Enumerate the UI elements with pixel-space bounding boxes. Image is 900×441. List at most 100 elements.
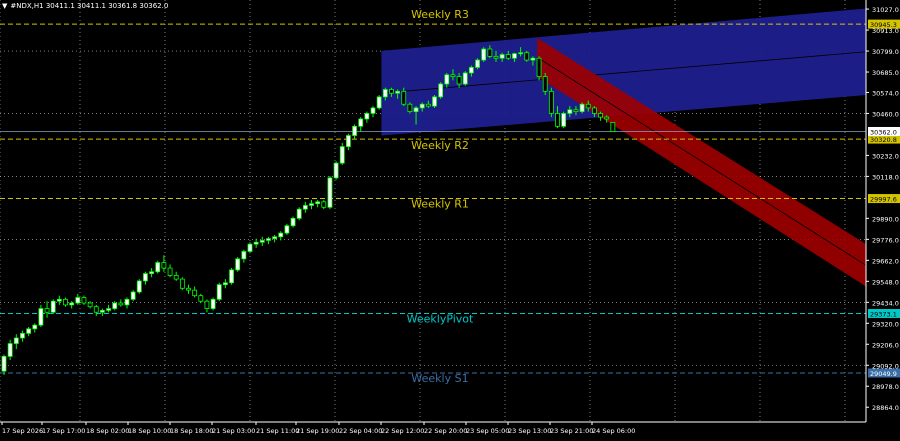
level-tag: 29997.6	[870, 196, 897, 204]
level-tag: 29373.1	[870, 311, 897, 319]
candle-body	[50, 300, 56, 313]
candle-body	[542, 76, 548, 92]
candle-body	[536, 57, 542, 78]
level-tag: 30945.3	[870, 21, 897, 29]
candle-body	[259, 240, 265, 243]
pivot-label: Weekly R2	[411, 139, 469, 152]
candle-body	[530, 57, 536, 61]
candle-body	[524, 52, 530, 61]
time-axis-label: 21 Sep 19:00	[296, 427, 339, 435]
symbol-ohlc-text: #NDX,H1 30411.1 30411.1 30361.8 30362.0	[10, 2, 169, 10]
candle-body	[567, 109, 573, 114]
candle-body	[364, 113, 370, 120]
candle-body	[143, 273, 148, 282]
pivot-label: Weekly S1	[411, 372, 468, 385]
time-axis-label: 18 Sep 10:00	[128, 427, 171, 435]
candle-body	[345, 135, 351, 147]
candle-body	[179, 278, 185, 289]
candle-body	[266, 238, 271, 241]
candle-body	[579, 103, 585, 113]
candle-body	[413, 107, 419, 113]
candle-body	[136, 280, 142, 293]
candle-body	[518, 52, 523, 55]
candle-body	[475, 59, 480, 68]
price-axis-label: 30799.0	[872, 48, 899, 56]
candle-body	[173, 275, 179, 280]
candle-body	[419, 103, 425, 109]
candle-body	[604, 116, 610, 120]
candle-body	[161, 262, 167, 269]
candle-body	[333, 162, 339, 179]
candle-body	[432, 96, 437, 107]
time-axis-label: 24 Sep 06:00	[592, 427, 635, 435]
time-axis-label: 22 Sep 04:00	[339, 427, 382, 435]
price-axis-label: 29206.0	[872, 341, 899, 349]
candle-body	[278, 232, 284, 238]
level-tag: 29049.9	[870, 370, 897, 378]
candle-body	[87, 302, 93, 308]
candle-body	[69, 302, 75, 306]
candle-body	[395, 90, 401, 94]
time-axis-label: 17 Sep 2026	[2, 427, 43, 435]
price-axis-label: 30118.0	[872, 173, 899, 181]
price-axis-label: 29548.0	[872, 278, 899, 286]
candle-body	[573, 109, 579, 113]
candle-body	[462, 72, 468, 85]
candle-body	[327, 177, 333, 208]
time-axis-label: 18 Sep 02:00	[86, 427, 129, 435]
candle-body	[13, 337, 19, 344]
candle-body	[456, 76, 462, 85]
candle-body	[167, 267, 173, 276]
price-chart[interactable]: Weekly R3 Weekly R2 Weekly R1 WeeklyPivot We…	[0, 0, 900, 437]
price-axis-label: 30574.0	[872, 89, 899, 97]
candle-body	[284, 225, 290, 234]
candle-body	[499, 54, 505, 59]
time-axis-label: 21 Sep 03:00	[212, 427, 255, 435]
dropdown-triangle-icon[interactable]: ▼	[2, 2, 7, 10]
candle-body	[38, 308, 44, 326]
candle-body	[610, 122, 616, 132]
candle-body	[302, 205, 308, 210]
candle-body	[407, 103, 413, 113]
price-axis-label: 29890.0	[872, 215, 899, 223]
candle-body	[130, 291, 136, 300]
candle-body	[296, 208, 302, 219]
candle-body	[222, 282, 228, 286]
candle-body	[468, 67, 474, 74]
candle-body	[315, 201, 321, 205]
candle-body	[548, 90, 554, 114]
candle-body	[216, 284, 222, 300]
candle-body	[100, 309, 105, 313]
candle-body	[210, 298, 216, 309]
candle-body	[272, 236, 278, 240]
candle-body	[44, 308, 50, 313]
price-axis-label: 28864.0	[872, 404, 899, 412]
candle-body	[1, 356, 7, 372]
candle-body	[118, 302, 124, 306]
candle-body	[598, 113, 603, 118]
candle-body	[352, 125, 357, 136]
price-axis-label: 29434.0	[872, 299, 899, 307]
chart-canvas[interactable]: Weekly R3 Weekly R2 Weekly R1 WeeklyPivot We…	[0, 0, 900, 437]
candle-body	[229, 269, 234, 284]
time-axis-label: 23 Sep 21:00	[550, 427, 593, 435]
candle-body	[309, 203, 314, 206]
candle-body	[493, 55, 499, 59]
candle-body	[7, 343, 13, 357]
candle-body	[235, 258, 241, 271]
candle-body	[370, 107, 376, 114]
candle-body	[253, 241, 259, 245]
candle-body	[112, 302, 118, 309]
candle-body	[20, 333, 25, 339]
time-axis-label: 21 Sep 11:00	[256, 427, 299, 435]
candle-body	[81, 297, 87, 304]
price-axis-label: 30460.0	[872, 110, 899, 118]
candle-body	[425, 103, 431, 107]
candle-body	[321, 201, 327, 208]
time-axis-label: 23 Sep 05:00	[466, 427, 509, 435]
candle-body	[382, 89, 388, 98]
candle-body	[32, 324, 38, 330]
candle-body	[63, 298, 68, 306]
candle-body	[444, 74, 450, 85]
candle-body	[376, 96, 382, 109]
